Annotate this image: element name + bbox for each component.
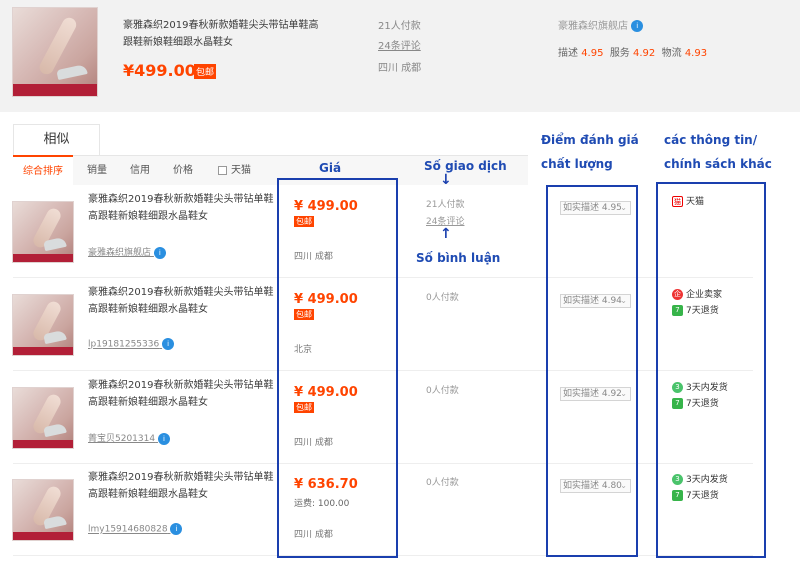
shop-name[interactable]: lmy15914680828 i <box>88 523 183 535</box>
product-title[interactable]: 豪雅森织2019春秋新款婚鞋尖头带钻单鞋高跟鞋新娘鞋细跟水晶鞋女 <box>88 469 278 503</box>
rating-annotation-label-2: chất lượng <box>541 157 613 171</box>
sold-count: 0人付款 <box>426 293 459 303</box>
transactions-annotation-label: Số giao dịch <box>424 159 507 173</box>
sold-count: 0人付款 <box>426 478 459 488</box>
sort-credit[interactable]: 信用 <box>130 156 150 186</box>
sort-comprehensive[interactable]: 综合排序 <box>13 155 73 185</box>
other-info-annotation-box <box>656 182 766 558</box>
shop-info-icon[interactable]: i <box>170 523 183 535</box>
product-image[interactable] <box>12 479 74 541</box>
current-product-image[interactable] <box>12 7 98 97</box>
tmall-checkbox[interactable] <box>218 165 227 175</box>
shop-info-icon[interactable]: i <box>162 338 175 350</box>
rating-annotation-label-1: Điểm đánh giá <box>541 133 639 147</box>
price-annotation-box <box>277 178 398 558</box>
arrow-up-icon: ↑ <box>440 226 452 242</box>
shop-info-icon[interactable]: i <box>157 432 170 445</box>
rating-annotation-box <box>546 185 638 557</box>
product-title[interactable]: 豪雅森织2019春秋新款婚鞋尖头带钻单鞋高跟鞋新娘鞋细跟水晶鞋女 <box>88 191 278 225</box>
sort-price[interactable]: 价格 <box>173 156 193 186</box>
tab-similar[interactable]: 相似 <box>13 124 100 155</box>
shop-scores: 描述 4.95 服务 4.92 物流 4.93 <box>558 48 708 59</box>
sort-sales[interactable]: 销量 <box>87 156 107 186</box>
product-title[interactable]: 豪雅森织2019春秋新款婚鞋尖头带钻单鞋高跟鞋新娘鞋细跟水晶鞋女 <box>88 284 278 318</box>
shop-info-icon[interactable]: i <box>631 20 644 32</box>
shop-name[interactable]: lp19181255336 i <box>88 338 175 350</box>
current-product-sold: 21人付款 <box>378 21 421 32</box>
sold-count: 0人付款 <box>426 386 459 396</box>
sold-count: 21人付款 <box>426 200 465 210</box>
product-image[interactable] <box>12 294 74 356</box>
price-annotation-label: Giá <box>319 161 342 175</box>
tmall-filter[interactable]: 天猫 <box>218 156 251 186</box>
other-annotation-label-2: chính sách khác <box>664 157 772 171</box>
current-product-bar: 豪雅森织2019春秋新款婚鞋尖头带钻单鞋高跟鞋新娘鞋细跟水晶鞋女 ¥499.00… <box>0 0 800 112</box>
free-shipping-tag: 包邮 <box>194 64 217 79</box>
product-image[interactable] <box>12 201 74 263</box>
current-product-location: 四川 成都 <box>378 63 422 74</box>
product-image[interactable] <box>12 387 74 449</box>
current-product-title[interactable]: 豪雅森织2019春秋新款婚鞋尖头带钻单鞋高跟鞋新娘鞋细跟水晶鞋女 <box>123 17 328 51</box>
current-product-reviews[interactable]: 24条评论 <box>378 37 421 52</box>
reviews-annotation-label: Số bình luận <box>416 251 501 265</box>
product-title[interactable]: 豪雅森织2019春秋新款婚鞋尖头带钻单鞋高跟鞋新娘鞋细跟水晶鞋女 <box>88 377 278 411</box>
current-shop-name[interactable]: 豪雅森织旗舰店 i <box>558 17 644 32</box>
current-product-price: ¥499.00 <box>123 61 196 80</box>
shop-name[interactable]: 菁宝贝5201314 i <box>88 431 170 445</box>
arrow-down-icon: ↓ <box>440 172 452 188</box>
shop-info-icon[interactable]: i <box>153 246 166 259</box>
other-annotation-label-1: các thông tin/ <box>664 133 758 147</box>
shop-name[interactable]: 豪雅森织旗舰店 i <box>88 245 166 259</box>
